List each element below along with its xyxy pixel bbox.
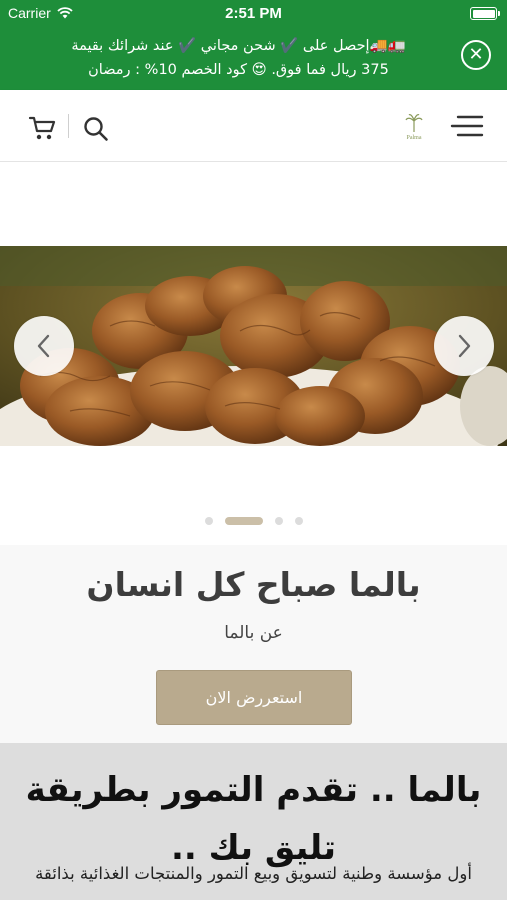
hero-title: بالما صباح كل انسان <box>86 565 421 604</box>
hero-subtitle: عن بالما <box>224 623 283 643</box>
hero-section: بالما صباح كل انسان عن بالما استعررض الا… <box>0 545 507 743</box>
promo-text: 🚛🚚إحصل على ✔️ شحن مجاني ✔️ عند شرائك بقي… <box>40 34 437 82</box>
chevron-left-icon <box>37 334 50 358</box>
about-title: بالما .. تقدم التمور بطريقة تليق بك .. <box>25 770 482 868</box>
slider-dot[interactable] <box>294 517 303 525</box>
palm-logo[interactable]: Palma <box>398 110 430 142</box>
search-icon[interactable] <box>82 115 110 143</box>
slider-dot[interactable] <box>274 517 283 525</box>
slide-image-dates <box>0 246 507 446</box>
promo-line-2: 375 ريال فما فوق. 😍 كود الخصم 10% : رمضا… <box>88 62 389 78</box>
about-text: أول مؤسسة وطنية لتسويق وبيع التمور والمن… <box>35 864 472 883</box>
battery-icon <box>470 7 500 20</box>
slider-dots <box>0 517 507 525</box>
promo-banner: 🚛🚚إحصل على ✔️ شحن مجاني ✔️ عند شرائك بقي… <box>0 28 507 90</box>
slider-prev-button[interactable] <box>14 316 74 376</box>
slider-next-button[interactable] <box>434 316 494 376</box>
header-divider <box>68 114 69 138</box>
status-bar: Carrier 2:51 PM <box>0 0 507 28</box>
cart-icon[interactable] <box>28 114 58 142</box>
site-header: Palma <box>0 90 507 162</box>
chevron-right-icon <box>458 334 471 358</box>
browse-now-button[interactable]: استعررض الان <box>156 670 352 725</box>
status-time: 2:51 PM <box>225 5 282 22</box>
hero-slider[interactable] <box>0 162 507 545</box>
close-icon[interactable]: ✕ <box>461 40 491 70</box>
promo-line-1: 🚛🚚إحصل على ✔️ شحن مجاني ✔️ عند شرائك بقي… <box>71 38 406 54</box>
menu-icon[interactable] <box>450 112 484 140</box>
slider-dot-active[interactable] <box>224 517 263 525</box>
dates-photo <box>0 246 507 446</box>
slider-dot[interactable] <box>204 517 213 525</box>
logo-text: Palma <box>407 135 422 141</box>
about-section: بالما .. تقدم التمور بطريقة تليق بك .. أ… <box>0 743 507 900</box>
